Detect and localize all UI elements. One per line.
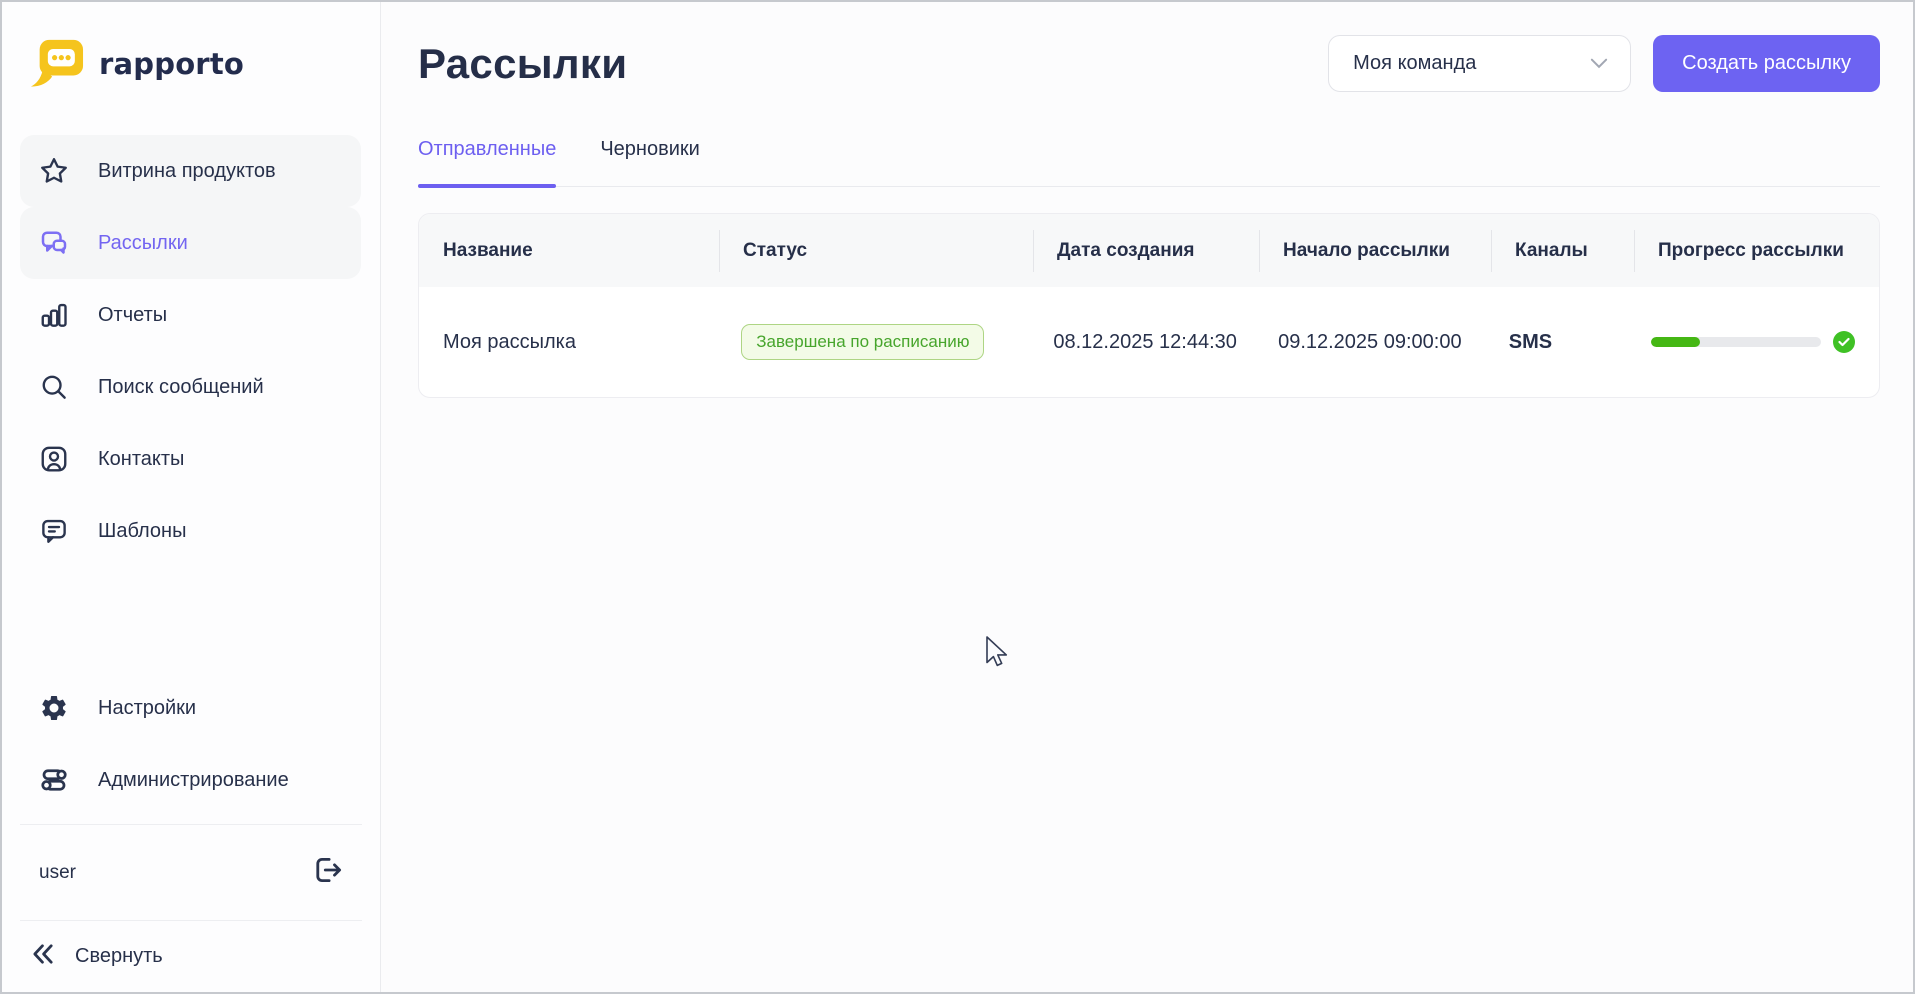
sidebar-item-administration[interactable]: Администрирование: [20, 744, 361, 816]
sidebar-item-templates[interactable]: Шаблоны: [20, 495, 361, 567]
column-header-progress: Прогресс рассылки: [1634, 240, 1879, 262]
header-controls: Моя команда Создать рассылку: [1328, 35, 1880, 92]
chevron-down-icon: [1590, 52, 1608, 75]
sidebar-item-message-search[interactable]: Поиск сообщений: [20, 351, 361, 423]
sidebar-item-label: Шаблоны: [98, 519, 187, 542]
table-header-row: Название Статус Дата создания Начало рас…: [419, 214, 1879, 287]
contact-card-icon: [39, 444, 69, 474]
brand-name: rapporto: [99, 47, 244, 81]
column-header-channels: Каналы: [1491, 240, 1634, 262]
team-selector-value: Моя команда: [1353, 52, 1477, 74]
collapse-sidebar-button[interactable]: Свернуть: [2, 921, 380, 992]
main-content: Рассылки Моя команда Создать рассылку От…: [382, 2, 1913, 992]
star-icon: [39, 156, 69, 186]
page-header: Рассылки Моя команда Создать рассылку: [418, 35, 1880, 92]
logout-icon[interactable]: [310, 853, 344, 893]
tab-sent[interactable]: Отправленные: [418, 138, 557, 188]
sidebar-item-reports[interactable]: Отчеты: [20, 279, 361, 351]
double-chevron-left-icon: [29, 940, 57, 974]
column-header-name: Название: [443, 239, 533, 261]
sidebar-bottom-nav: Настройки Администрирование: [2, 672, 380, 816]
user-row: user: [2, 825, 380, 920]
team-selector-dropdown[interactable]: Моя команда: [1328, 35, 1632, 92]
progress-bar-fill: [1650, 337, 1701, 347]
sidebar-item-label: Отчеты: [98, 303, 168, 326]
rapporto-chat-logo-icon: [28, 35, 86, 94]
cell-mailing-name: Моя рассылка: [443, 330, 576, 353]
create-mailing-button[interactable]: Создать рассылку: [1653, 35, 1880, 92]
cell-status: Завершена по расписанию: [717, 324, 1029, 360]
progress-bar-track: [1650, 337, 1821, 347]
bar-chart-icon: [39, 300, 69, 330]
sidebar-item-label: Контакты: [98, 447, 185, 470]
tabs-underline: [418, 186, 1880, 187]
collapse-label: Свернуть: [75, 945, 163, 967]
column-header-created: Дата создания: [1033, 240, 1259, 262]
chat-bubbles-icon: [39, 228, 69, 258]
cell-progress: [1627, 331, 1879, 353]
sidebar-item-showcase[interactable]: Витрина продуктов: [20, 135, 361, 207]
tab-drafts[interactable]: Черновики: [600, 138, 699, 188]
sidebar-item-mailings[interactable]: Рассылки: [20, 207, 361, 279]
tabs-bar: Отправленные Черновики: [418, 138, 1880, 188]
status-badge: Завершена по расписанию: [741, 324, 985, 360]
check-circle-icon: [1832, 331, 1855, 353]
gear-icon: [39, 693, 69, 723]
message-template-icon: [39, 516, 69, 546]
column-header-start: Начало рассылки: [1259, 240, 1491, 262]
search-icon: [39, 372, 69, 402]
sidebar-item-contacts[interactable]: Контакты: [20, 423, 361, 495]
column-header-status: Статус: [719, 240, 1033, 262]
table-row[interactable]: Моя рассылка Завершена по расписанию 08.…: [419, 287, 1879, 397]
sidebar-nav: Витрина продуктов Рассылки Отчеты Поиск …: [2, 135, 380, 567]
sidebar-item-settings[interactable]: Настройки: [20, 672, 361, 744]
sidebar-item-label: Поиск сообщений: [98, 375, 264, 398]
cell-created-at: 08.12.2025 12:44:30: [1053, 330, 1237, 353]
cell-started-at: 09.12.2025 09:00:00: [1278, 330, 1462, 353]
page-title: Рассылки: [418, 39, 628, 87]
cell-channels: SMS: [1508, 330, 1553, 353]
brand-logo: rapporto: [28, 34, 380, 94]
sidebar-item-label: Администрирование: [98, 768, 289, 791]
user-name: user: [39, 861, 76, 883]
mailings-table: Название Статус Дата создания Начало рас…: [418, 213, 1880, 398]
sidebar: rapporto Витрина продуктов Рассылки Отче…: [2, 2, 381, 992]
sidebar-item-label: Настройки: [98, 696, 197, 719]
toggles-icon: [39, 765, 69, 795]
sidebar-item-label: Рассылки: [98, 231, 188, 254]
sidebar-item-label: Витрина продуктов: [98, 159, 276, 182]
